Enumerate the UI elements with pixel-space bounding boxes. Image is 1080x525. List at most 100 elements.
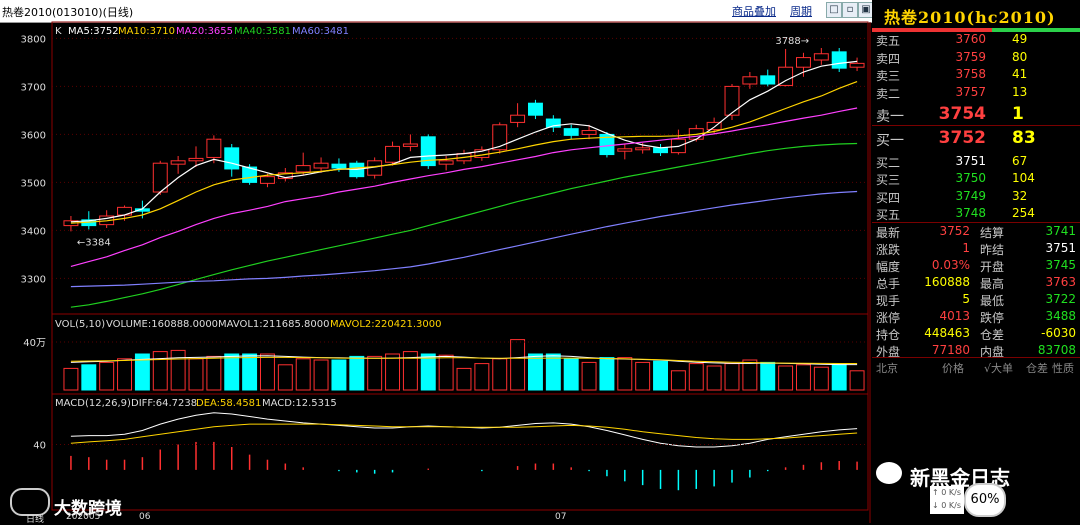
bid-label: 买四: [876, 190, 901, 205]
ask-label: 卖一: [876, 109, 904, 125]
mavol1-value: MAVOL1:211685.8000: [218, 319, 329, 330]
price-tick-label: 3400: [21, 226, 46, 237]
stat-value-2: 3763: [1045, 275, 1076, 289]
tab-daily[interactable]: 日线: [26, 512, 44, 525]
price-tick-label: 3500: [21, 178, 46, 189]
candle-body: [795, 57, 811, 68]
stat-value-2: -6030: [1041, 326, 1076, 340]
candle-body: [313, 162, 329, 169]
vol-label: VOL(5,10): [55, 319, 105, 330]
volume-bar: [831, 363, 847, 391]
ask-volume: 1: [1012, 104, 1024, 124]
ticks-col-location: 北京: [876, 362, 898, 375]
kline-chart[interactable]: 3300 3400 3500 3600 3700 3800 40万 40 K MA5:375…: [0, 0, 872, 523]
bid-row-1[interactable]: 买一 3752 83: [872, 128, 1080, 149]
stat-value: 448463: [924, 326, 970, 340]
volume-bar: [385, 353, 401, 391]
stat-value-2: 3722: [1045, 292, 1076, 306]
stat-value: 160888: [924, 275, 970, 289]
quote-panel: 热卷2010(hc2010) 卖五 3760 49 卖四 3759 80 卖三 37…: [872, 0, 1080, 523]
ask-price: 3754: [938, 104, 986, 124]
volume-bar: [778, 365, 794, 391]
ticks-header: 北京 价格 √大单 仓差 性质: [872, 360, 1080, 376]
volume-bar: [152, 351, 168, 391]
volume-bar: [492, 358, 508, 391]
candle-body: [385, 145, 401, 163]
volume-bar: [813, 366, 829, 391]
candle-body: [581, 130, 597, 135]
ask-price: 3759: [955, 49, 986, 64]
ask-row-4[interactable]: 卖二 3757 13: [872, 83, 1080, 101]
bid-volume: 254: [1012, 206, 1035, 220]
candle-body: [259, 176, 275, 184]
volume-bar: [295, 358, 311, 391]
stat-row: 现手 5 最低 3722: [872, 290, 1080, 308]
bid-volume: 32: [1012, 188, 1028, 203]
ticks-col-price[interactable]: 价格: [942, 360, 964, 376]
volume-bar: [688, 363, 704, 391]
candle-body: [617, 148, 633, 152]
bid-row-3[interactable]: 买三 3750 104: [872, 169, 1080, 187]
ticks-col-nature[interactable]: 性质: [1052, 360, 1074, 376]
network-speed: ↑ 0 K/s ↓ 0 K/s: [930, 486, 964, 514]
bid-row-2[interactable]: 买二 3751 67: [872, 152, 1080, 170]
stat-value: 0.03%: [931, 258, 970, 272]
stat-row: 最新 3752 结算 3741: [872, 222, 1080, 240]
candle-body: [849, 62, 865, 68]
ask-row-3[interactable]: 卖三 3758 41: [872, 65, 1080, 83]
bid-row-5[interactable]: 买五 3748 254: [872, 204, 1080, 222]
bid-label: 买五: [876, 208, 901, 222]
candle-body: [188, 157, 204, 162]
stat-row: 幅度 0.03% 开盘 3745: [872, 256, 1080, 274]
volume-bar: [510, 339, 526, 391]
ma5-line: [70, 60, 858, 223]
high-marker: 3788→: [775, 36, 809, 47]
ma-label-0: MA5:3752: [68, 26, 119, 37]
ma-label-3: MA40:3581: [234, 26, 291, 37]
dea-value: DEA:58.4581: [196, 398, 261, 409]
bid-price: 3748: [955, 206, 986, 220]
candle-body: [742, 76, 758, 85]
contract-title: 热卷2010(hc2010): [884, 8, 1056, 27]
time-tick-1: 06: [139, 512, 151, 522]
volume-tick-label: 40万: [23, 338, 46, 349]
volume-bar: [849, 370, 865, 391]
candle-body: [206, 138, 222, 158]
volume-bar: [242, 353, 258, 391]
ask-volume: 80: [1012, 49, 1028, 64]
volume-bar: [99, 361, 115, 391]
stat-row: 总手 160888 最高 3763: [872, 273, 1080, 291]
stat-value-2: 83708: [1037, 343, 1076, 357]
candle-body: [563, 128, 579, 136]
macd-label: MACD(12,26,9): [55, 398, 131, 409]
bid-label: 买三: [876, 173, 901, 187]
volume-bar: [259, 353, 275, 391]
candle-body: [778, 66, 794, 86]
bid-price: 3751: [955, 153, 986, 168]
ask-label: 卖五: [876, 34, 901, 48]
ask-row-5[interactable]: 卖一 3754 1: [872, 104, 1080, 125]
volume-bar: [224, 353, 240, 391]
progress-badge: 60%: [964, 483, 1006, 517]
ma-label-1: MA10:3710: [118, 26, 175, 37]
stat-value-2: 3488: [1045, 309, 1076, 323]
ticks-col-bigorder[interactable]: √大单: [984, 360, 1013, 376]
k-label: K: [55, 26, 62, 37]
bid-row-4[interactable]: 买四 3749 32: [872, 187, 1080, 205]
volume-bar: [170, 349, 186, 391]
low-marker: ←3384: [77, 237, 111, 248]
volume-bar: [117, 358, 133, 391]
volume-bar: [277, 364, 293, 391]
ticks-col-oichange[interactable]: 仓差: [1026, 360, 1048, 376]
ask-row-1[interactable]: 卖五 3760 49: [872, 30, 1080, 48]
volume-bar: [563, 358, 579, 391]
volume-bar: [474, 363, 490, 391]
mavol2-value: MAVOL2:220421.3000: [330, 319, 441, 330]
candle-body: [331, 163, 347, 169]
stat-value: 77180: [931, 343, 970, 357]
volume-bar: [63, 367, 79, 391]
stat-row: 涨停 4013 跌停 3488: [872, 307, 1080, 325]
candle-body: [402, 143, 418, 147]
ask-row-2[interactable]: 卖四 3759 80: [872, 48, 1080, 66]
candle-body: [724, 85, 740, 116]
